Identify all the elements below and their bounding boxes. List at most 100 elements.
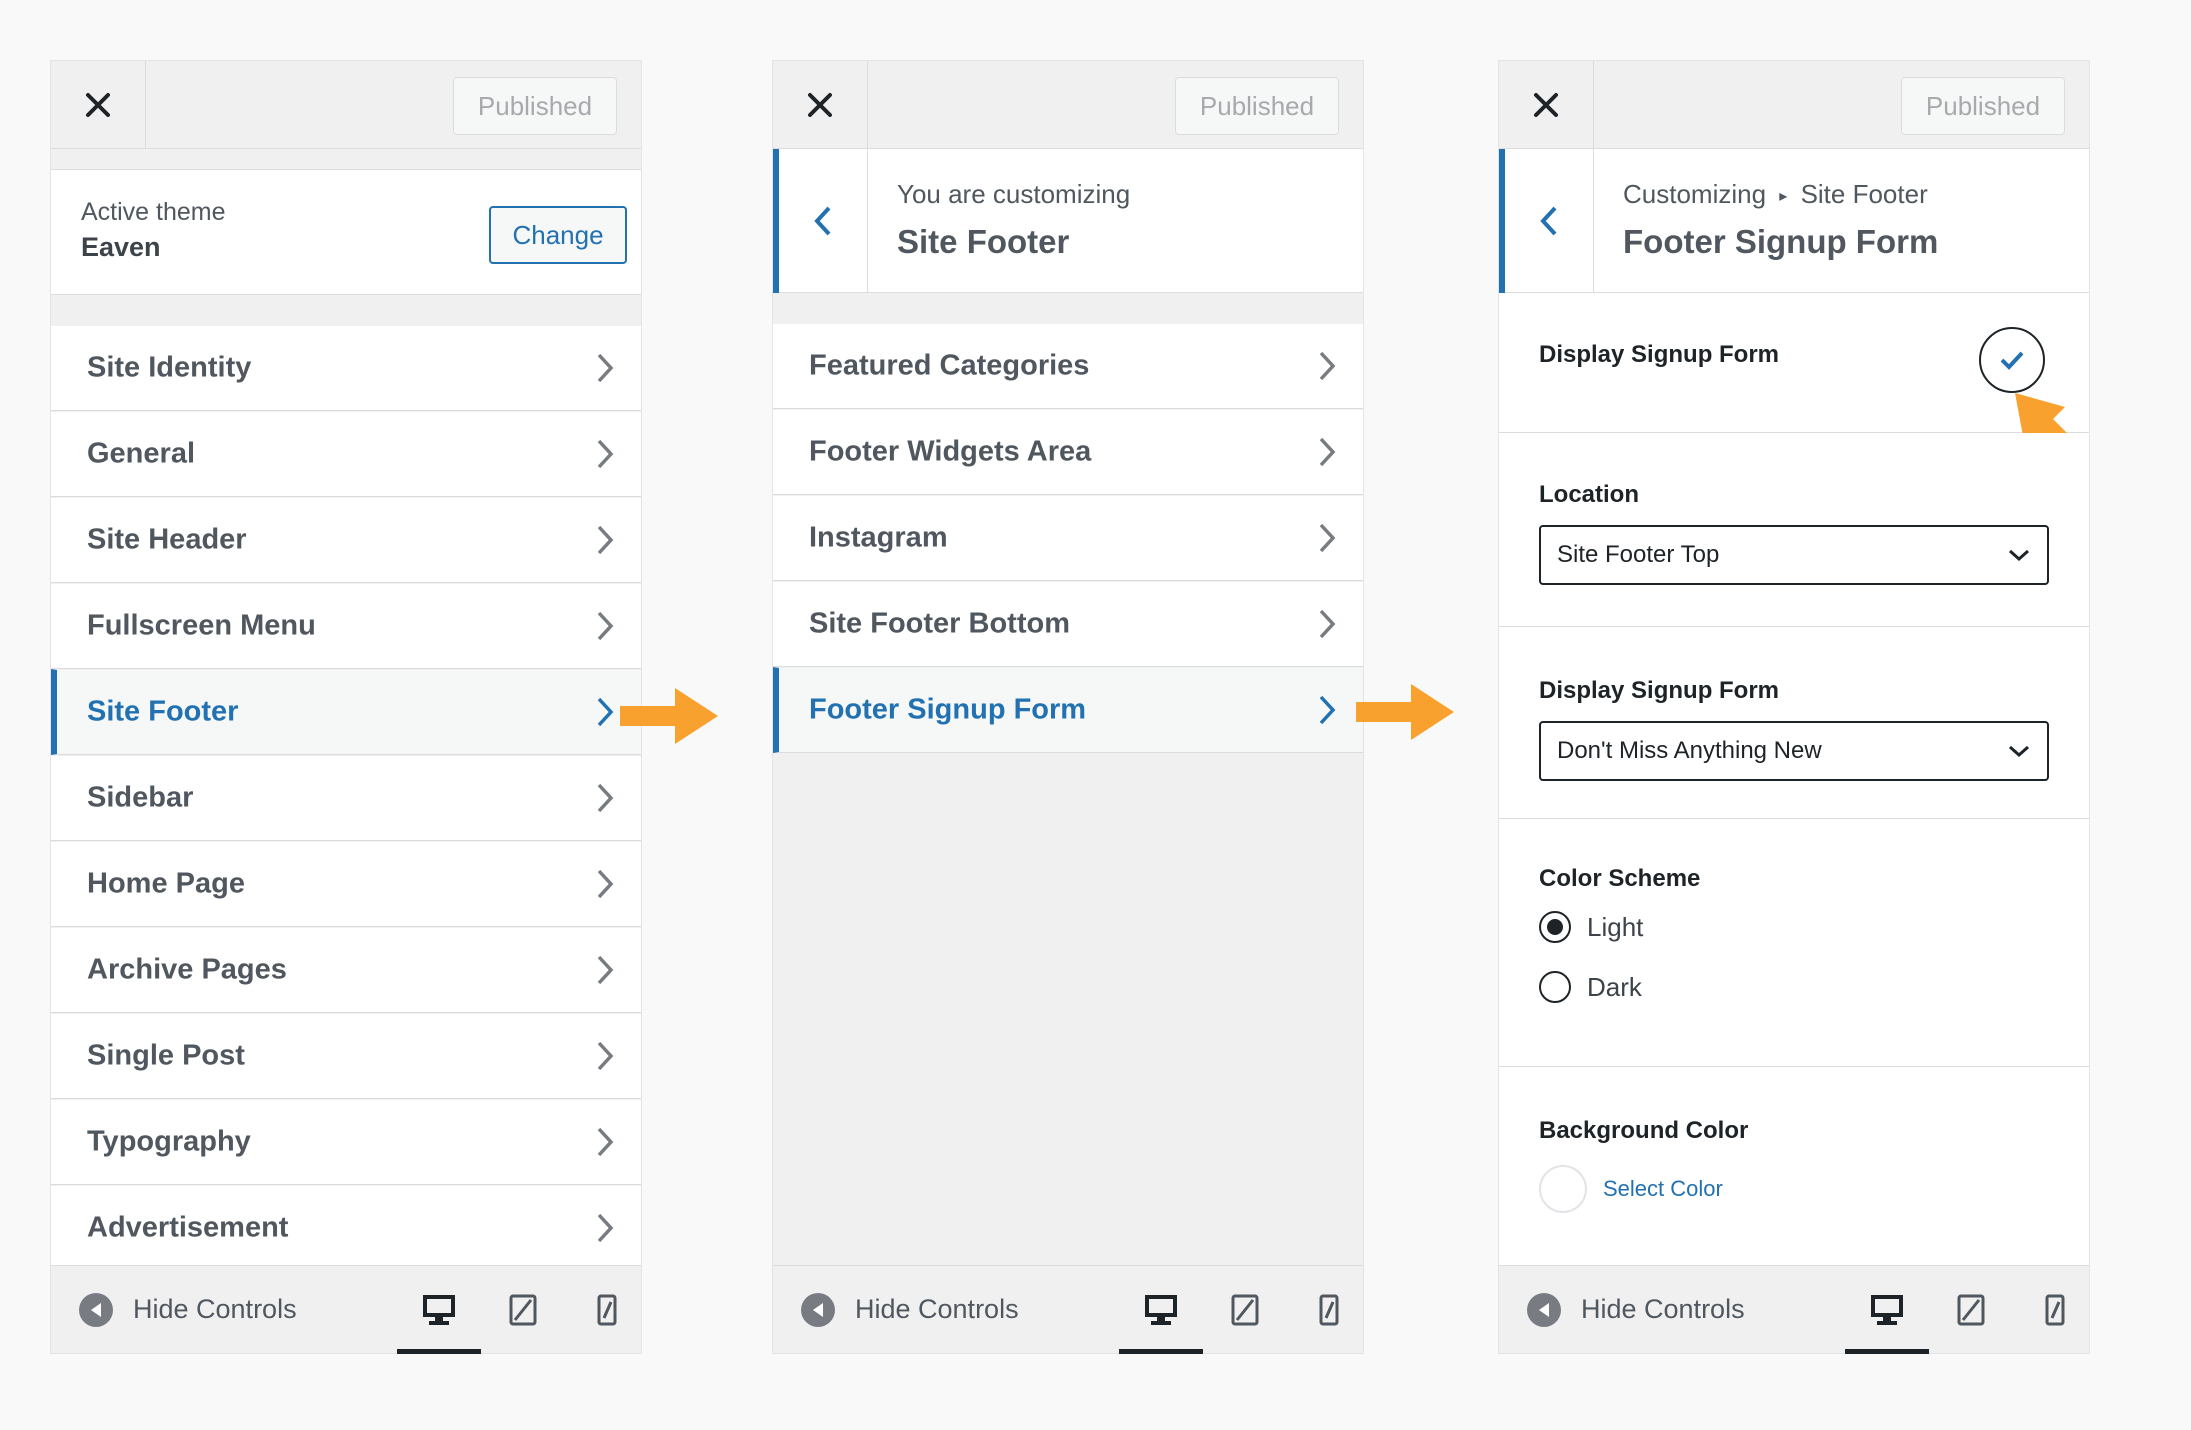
color-swatch[interactable] bbox=[1539, 1165, 1587, 1213]
back-button[interactable] bbox=[1499, 149, 1594, 293]
menu-item[interactable]: Site Identity bbox=[51, 325, 641, 411]
preview-mobile-button[interactable] bbox=[1287, 1266, 1371, 1354]
section-title: Site Footer bbox=[897, 223, 1070, 260]
menu-item[interactable]: Advertisement bbox=[51, 1185, 641, 1271]
panel-topbar: Published bbox=[51, 61, 641, 149]
chevron-right-icon bbox=[597, 439, 614, 469]
color-scheme-option-light[interactable]: Light bbox=[1539, 911, 2049, 943]
select-color-button[interactable]: Select Color bbox=[1603, 1176, 1723, 1202]
menu-item-label: Fullscreen Menu bbox=[87, 609, 316, 642]
hide-controls-label: Hide Controls bbox=[133, 1294, 297, 1324]
menu-item-label: Footer Widgets Area bbox=[809, 435, 1092, 468]
radio-button[interactable] bbox=[1539, 971, 1571, 1003]
breadcrumb-separator: ▸ bbox=[1779, 188, 1788, 205]
menu-item[interactable]: General bbox=[51, 411, 641, 497]
panel-menu: Site Identity General Site Header Fullscree… bbox=[51, 325, 641, 1271]
preview-desktop-button[interactable] bbox=[1119, 1266, 1203, 1354]
section-header: You are customizing Site Footer bbox=[773, 149, 1363, 293]
menu-item[interactable]: Footer Widgets Area bbox=[773, 409, 1363, 495]
menu-item[interactable]: Site Footer bbox=[51, 669, 641, 755]
location-select[interactable]: Site Footer Top bbox=[1539, 525, 2049, 585]
menu-item[interactable]: Site Header bbox=[51, 497, 641, 583]
menu-item[interactable]: Typography bbox=[51, 1099, 641, 1185]
tablet-icon bbox=[1231, 1294, 1259, 1326]
preview-mobile-button[interactable] bbox=[2013, 1266, 2097, 1354]
chevron-right-icon bbox=[597, 783, 614, 813]
collapse-icon bbox=[801, 1292, 835, 1327]
hide-controls-button[interactable]: Hide Controls bbox=[79, 1292, 297, 1327]
panel-topbar: Published bbox=[1499, 61, 2089, 149]
color-scheme-option-dark[interactable]: Dark bbox=[1539, 971, 2049, 1003]
change-theme-button[interactable]: Change bbox=[489, 206, 627, 264]
hide-controls-button[interactable]: Hide Controls bbox=[801, 1292, 1019, 1327]
menu-item-label: Site Identity bbox=[87, 351, 252, 384]
published-button[interactable]: Published bbox=[453, 77, 617, 135]
display-signup-label: Display Signup Form bbox=[1539, 341, 1780, 368]
panel-bottombar: Hide Controls bbox=[773, 1265, 1363, 1354]
mobile-icon bbox=[597, 1294, 617, 1326]
chevron-down-icon bbox=[2009, 745, 2029, 758]
collapse-icon bbox=[1527, 1292, 1561, 1327]
menu-item-label: Site Footer bbox=[87, 695, 239, 728]
customizer-panel-main: Published Active theme Eaven Change Site… bbox=[50, 60, 642, 1354]
signup-form-control: Display Signup Form Don't Miss Anything … bbox=[1499, 627, 2089, 819]
menu-item[interactable]: Archive Pages bbox=[51, 927, 641, 1013]
mobile-icon bbox=[1319, 1294, 1339, 1326]
menu-item[interactable]: Sidebar bbox=[51, 755, 641, 841]
location-value: Site Footer Top bbox=[1557, 541, 1720, 568]
menu-item[interactable]: Featured Categories bbox=[773, 323, 1363, 409]
close-icon bbox=[808, 93, 832, 117]
back-button[interactable] bbox=[773, 149, 868, 293]
chevron-left-icon bbox=[1540, 206, 1557, 236]
chevron-right-icon bbox=[597, 353, 614, 383]
color-scheme-control: Color Scheme Light Dark bbox=[1499, 819, 2089, 1067]
panel-bottombar: Hide Controls bbox=[51, 1265, 641, 1354]
color-picker: Select Color bbox=[1539, 1165, 2049, 1213]
chevron-right-icon bbox=[1319, 523, 1336, 553]
preview-desktop-button[interactable] bbox=[397, 1266, 481, 1354]
chevron-right-icon bbox=[597, 955, 614, 985]
preview-tablet-button[interactable] bbox=[1929, 1266, 2013, 1354]
close-icon bbox=[1534, 93, 1558, 117]
desktop-icon bbox=[1145, 1295, 1177, 1325]
menu-item[interactable]: Fullscreen Menu bbox=[51, 583, 641, 669]
menu-item-label: General bbox=[87, 437, 195, 470]
breadcrumb-parent: Customizing bbox=[1623, 179, 1767, 209]
section-controls: Display Signup Form Location Site Footer… bbox=[1499, 293, 2089, 1263]
menu-item-label: Archive Pages bbox=[87, 953, 287, 986]
preview-tablet-button[interactable] bbox=[481, 1266, 565, 1354]
display-signup-control: Display Signup Form bbox=[1499, 293, 2089, 469]
section-header: Customizing ▸ Site Footer Footer Signup … bbox=[1499, 149, 2089, 293]
preview-mobile-button[interactable] bbox=[565, 1266, 649, 1354]
menu-item[interactable]: Footer Signup Form bbox=[773, 667, 1363, 753]
chevron-left-icon bbox=[814, 206, 831, 236]
collapse-icon bbox=[79, 1292, 113, 1327]
menu-item[interactable]: Site Footer Bottom bbox=[773, 581, 1363, 667]
menu-item-label: Featured Categories bbox=[809, 349, 1090, 382]
radio-button-selected[interactable] bbox=[1539, 911, 1571, 943]
published-button[interactable]: Published bbox=[1175, 77, 1339, 135]
tablet-icon bbox=[509, 1294, 537, 1326]
published-button[interactable]: Published bbox=[1901, 77, 2065, 135]
hide-controls-button[interactable]: Hide Controls bbox=[1527, 1292, 1745, 1327]
menu-item-label: Typography bbox=[87, 1125, 251, 1158]
signup-form-select[interactable]: Don't Miss Anything New bbox=[1539, 721, 2049, 781]
menu-item-label: Single Post bbox=[87, 1039, 245, 1072]
menu-item[interactable]: Single Post bbox=[51, 1013, 641, 1099]
close-customizer-button[interactable] bbox=[1499, 61, 1594, 149]
active-theme-box: Active theme Eaven Change bbox=[51, 169, 641, 295]
signup-form-value: Don't Miss Anything New bbox=[1557, 737, 1822, 764]
menu-item-label: Instagram bbox=[809, 521, 948, 554]
menu-item[interactable]: Instagram bbox=[773, 495, 1363, 581]
display-signup-checkbox[interactable] bbox=[1979, 327, 2045, 393]
preview-tablet-button[interactable] bbox=[1203, 1266, 1287, 1354]
preview-desktop-button[interactable] bbox=[1845, 1266, 1929, 1354]
chevron-right-icon bbox=[1319, 351, 1336, 381]
arrow-right-icon bbox=[620, 688, 718, 744]
menu-item-label: Home Page bbox=[87, 867, 245, 900]
menu-item-label: Sidebar bbox=[87, 781, 194, 814]
close-customizer-button[interactable] bbox=[51, 61, 146, 149]
menu-item[interactable]: Home Page bbox=[51, 841, 641, 927]
close-customizer-button[interactable] bbox=[773, 61, 868, 149]
hide-controls-label: Hide Controls bbox=[855, 1294, 1019, 1324]
